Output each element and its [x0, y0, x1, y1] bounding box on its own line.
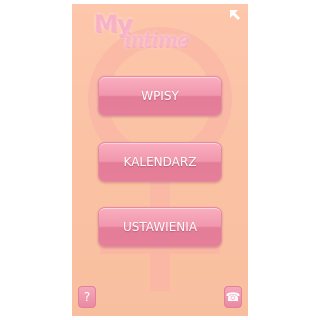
app-logo: My intime	[94, 10, 214, 58]
settings-button[interactable]: USTAWIENIA	[98, 207, 222, 247]
question-mark-icon: ?	[83, 290, 91, 304]
entries-button[interactable]: WPISY	[98, 76, 222, 116]
arrow-up-left-icon[interactable]	[228, 8, 242, 22]
contact-button[interactable]: ☎	[224, 286, 242, 308]
logo-text-intime: intime	[124, 28, 189, 52]
phone-icon: ☎	[225, 290, 241, 304]
calendar-button[interactable]: KALENDARZ	[98, 142, 222, 182]
help-button[interactable]: ?	[78, 286, 96, 308]
app-screen: My intime WPISY KALENDARZ USTAWIENIA ? ☎	[72, 4, 248, 316]
